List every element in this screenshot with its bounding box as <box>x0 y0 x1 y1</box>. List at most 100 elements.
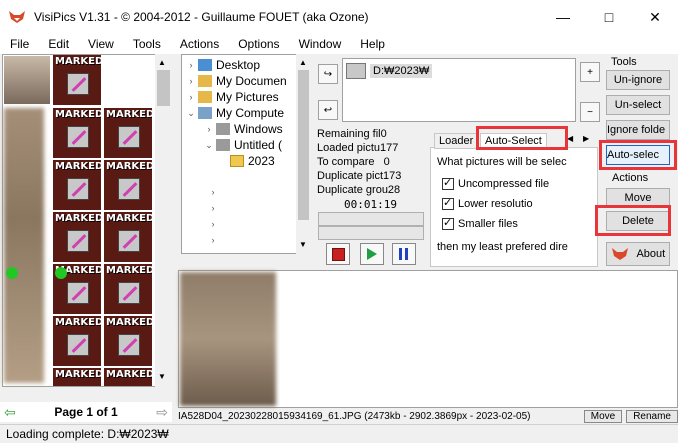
drive-icon <box>216 123 230 135</box>
option-lower-resolution[interactable]: Lower resolutio <box>442 196 533 210</box>
tree-item-my-pictures[interactable]: › My Pictures <box>186 89 279 105</box>
scroll-down-icon[interactable]: ▼ <box>299 240 307 249</box>
page-navigation: ⇦ Page 1 of 1 ⇨ <box>0 402 172 422</box>
thumbnail-marked[interactable]: MARKED <box>53 160 101 210</box>
chevron-right-icon[interactable]: › <box>186 76 196 86</box>
menu-tools[interactable]: Tools <box>123 37 170 51</box>
chevron-right-icon[interactable]: › <box>208 203 218 213</box>
thumbnail-photo-top <box>4 56 50 104</box>
original-marker-icon <box>6 267 18 279</box>
ignore-folder-button[interactable]: Ignore folde <box>606 120 670 140</box>
previous-page-icon[interactable]: ⇦ <box>4 404 16 421</box>
chevron-right-icon[interactable]: › <box>186 92 196 102</box>
chevron-right-icon[interactable]: › <box>208 187 218 197</box>
option-uncompressed[interactable]: Uncompressed file <box>442 176 549 190</box>
tools-label: Tools <box>611 56 637 68</box>
close-button[interactable]: ✕ <box>632 0 678 34</box>
tree-item-2023[interactable]: 2023 <box>228 153 275 169</box>
chevron-right-icon[interactable]: › <box>208 219 218 229</box>
chevron-right-icon[interactable]: › <box>204 124 214 134</box>
scroll-up-icon[interactable]: ▲ <box>158 58 166 67</box>
menu-view[interactable]: View <box>78 37 123 51</box>
menu-actions[interactable]: Actions <box>170 37 228 51</box>
tab-loader[interactable]: Loader <box>434 133 479 149</box>
thumbnail-marked[interactable]: MARKED <box>104 264 152 314</box>
preview-info-bar: IA528D04_20230228015934169_61.JPG (2473k… <box>178 409 678 423</box>
thumbnail-marked[interactable]: MARKED <box>53 212 101 262</box>
tree-item-my-documents[interactable]: › My Documen <box>186 73 287 89</box>
thumbnail-marked[interactable]: MARKED <box>104 368 152 386</box>
thumbnail-scrollbar[interactable]: ▲ ▼ <box>155 54 172 387</box>
actions-label: Actions <box>612 172 649 184</box>
unignore-button[interactable]: Un-ignore <box>606 70 670 90</box>
app-fox-icon <box>9 11 25 23</box>
option-smaller-files[interactable]: Smaller files <box>442 216 518 230</box>
chevron-down-icon[interactable]: ⌄ <box>186 108 196 119</box>
folder-thumbnail-icon <box>346 63 366 79</box>
highlight-auto-select-button <box>599 140 677 170</box>
pause-button[interactable] <box>392 243 416 265</box>
pictures-icon <box>198 91 212 103</box>
tree-item-windows[interactable]: › Windows <box>204 121 283 137</box>
status-bar: Loading complete: D:₩2023₩ <box>0 424 678 443</box>
chevron-down-icon[interactable]: ⌄ <box>204 140 214 151</box>
preferred-directory-text: then my least prefered dire <box>437 241 568 253</box>
selected-folder-entry[interactable]: D:₩2023₩ <box>346 62 433 80</box>
checkbox[interactable] <box>442 196 454 210</box>
next-page-icon[interactable]: ⇨ <box>156 404 168 421</box>
menu-bar: File Edit View Tools Actions Options Win… <box>0 34 678 54</box>
folder-tree[interactable]: › Desktop › My Documen › My Pictures ⌄ M… <box>181 54 311 254</box>
add-folder-button[interactable]: ↪ <box>318 64 338 84</box>
thumbnail-marked[interactable]: MARKED <box>104 108 152 158</box>
scroll-down-icon[interactable]: ▼ <box>158 372 166 381</box>
chevron-right-icon[interactable]: › <box>208 235 218 245</box>
preview-move-button[interactable]: Move <box>583 409 623 423</box>
marked-icon <box>118 282 140 304</box>
unselect-button[interactable]: Un-select <box>606 95 670 115</box>
tree-item-untitled[interactable]: ⌄ Untitled ( <box>204 137 282 153</box>
remove-folder-button[interactable]: ↩ <box>318 100 338 120</box>
marked-icon <box>67 126 89 148</box>
checkbox[interactable] <box>442 176 454 190</box>
checkbox[interactable] <box>442 216 454 230</box>
about-fox-icon <box>611 248 628 260</box>
menu-options[interactable]: Options <box>228 37 288 51</box>
menu-file[interactable]: File <box>0 37 38 51</box>
highlight-auto-select-tab <box>476 126 568 150</box>
thumbnail-marked[interactable]: MARKED <box>53 108 101 158</box>
scroll-up-icon[interactable]: ▲ <box>299 58 307 67</box>
marked-icon <box>67 334 89 356</box>
maximize-button[interactable]: □ <box>586 0 632 34</box>
thumbnail-marked[interactable]: MARKED <box>104 316 152 366</box>
menu-edit[interactable]: Edit <box>38 37 78 51</box>
duplicate-pictures-stat: Duplicate pict173 <box>317 170 402 182</box>
thumbnail-photo <box>4 108 44 383</box>
desktop-icon <box>198 59 212 71</box>
include-subfolders-button[interactable]: + <box>580 62 600 82</box>
menu-window[interactable]: Window <box>289 37 351 51</box>
progress-bar-2 <box>318 226 424 240</box>
exclude-subfolders-button[interactable]: − <box>580 102 600 122</box>
thumbnail-marked[interactable]: MARKED <box>53 55 101 105</box>
minimize-button[interactable]: — <box>540 0 586 34</box>
tree-item-my-computer[interactable]: ⌄ My Compute <box>186 105 284 121</box>
tab-scroll-right-icon[interactable]: ▶ <box>583 134 589 143</box>
tree-item-desktop[interactable]: › Desktop <box>186 57 261 73</box>
thumbnail-marked[interactable]: MARKED <box>53 368 101 386</box>
tree-scrollbar[interactable]: ▲ ▼ <box>296 54 311 254</box>
marked-icon <box>118 334 140 356</box>
about-button[interactable]: About <box>606 242 670 266</box>
thumbnail-marked[interactable]: MARKED <box>104 212 152 262</box>
menu-help[interactable]: Help <box>350 37 394 51</box>
preview-rename-button[interactable]: Rename <box>626 409 678 423</box>
pause-icon <box>399 248 408 260</box>
thumbnail-marked[interactable]: MARKED <box>53 316 101 366</box>
thumbnail-marked[interactable]: MARKED <box>104 160 152 210</box>
scroll-thumb[interactable] <box>157 70 170 106</box>
arrow-add-icon: ↪ <box>323 68 333 80</box>
play-icon <box>367 248 377 260</box>
stop-button[interactable] <box>326 243 350 265</box>
scroll-thumb[interactable] <box>298 70 309 220</box>
play-button[interactable] <box>360 243 384 265</box>
chevron-right-icon[interactable]: › <box>186 60 196 70</box>
